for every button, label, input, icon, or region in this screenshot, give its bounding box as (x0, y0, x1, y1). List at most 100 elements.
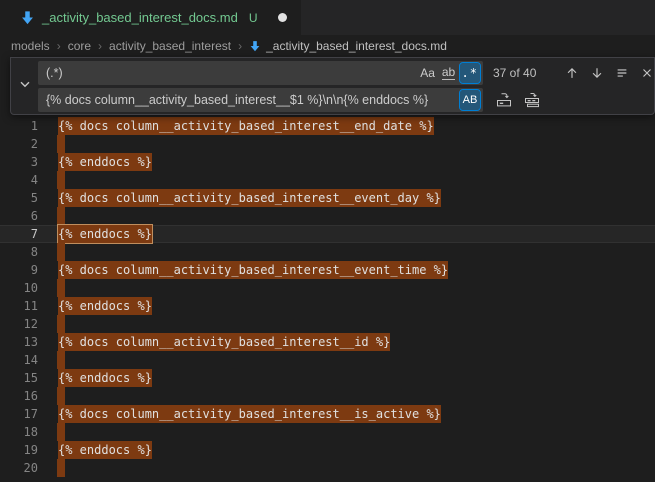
code-line[interactable] (58, 243, 65, 261)
modified-dot-indicator[interactable] (278, 13, 287, 22)
whole-word-icon: ab (442, 66, 455, 80)
editor-line: 3 {% enddocs %} (0, 153, 655, 171)
close-icon (640, 66, 654, 80)
code-line[interactable]: {% docs column__activity_based_interest_… (58, 261, 448, 279)
match-case-button[interactable]: Aa (418, 63, 438, 83)
line-number: 9 (0, 261, 38, 279)
selection-lines-icon (615, 66, 629, 80)
find-in-selection-button[interactable] (611, 63, 632, 84)
code-line[interactable] (58, 459, 65, 477)
code-line[interactable]: {% enddocs %} (58, 225, 152, 243)
whole-word-button[interactable]: ab (439, 63, 459, 83)
empty-line-find-match (57, 315, 65, 333)
line-number: 3 (0, 153, 38, 171)
empty-line-find-match (57, 459, 65, 477)
find-match-highlight: {% docs column__activity_based_interest_… (58, 117, 434, 135)
editor-line: 8 (0, 243, 655, 261)
find-match-highlight: {% enddocs %} (58, 441, 152, 459)
editor-line: 17{% docs column__activity_based_interes… (0, 405, 655, 423)
line-number: 5 (0, 189, 38, 207)
line-number: 16 (0, 387, 38, 405)
code-line[interactable] (58, 279, 65, 297)
editor[interactable]: 1{% docs column__activity_based_interest… (0, 56, 655, 470)
replace-all-icon (524, 92, 540, 108)
regex-icon: .* (462, 66, 478, 80)
use-regex-button[interactable]: .* (460, 63, 480, 83)
editor-line: 15{% enddocs %} (0, 369, 655, 387)
editor-line: 12 (0, 315, 655, 333)
tab-active-file[interactable]: _activity_based_interest_docs.md U (0, 0, 301, 35)
chevron-down-icon (17, 76, 33, 97)
editor-line: 16 (0, 387, 655, 405)
next-match-button[interactable] (586, 63, 607, 84)
replace-all-button[interactable] (521, 90, 542, 111)
editor-line: 11{% enddocs %} (0, 297, 655, 315)
code-line[interactable] (58, 423, 65, 441)
toggle-replace-button[interactable] (11, 61, 38, 111)
current-find-match: {% enddocs %} (58, 225, 152, 243)
replace-icon (496, 92, 512, 108)
line-number: 7 (0, 225, 38, 243)
breadcrumb: models › core › activity_based_interest … (0, 35, 655, 56)
preserve-case-icon: AB (463, 94, 478, 106)
code-line[interactable]: {% enddocs %} (58, 369, 152, 387)
code-line[interactable] (58, 315, 65, 333)
find-match-highlight: {% enddocs %} (58, 369, 152, 387)
empty-line-find-match (57, 171, 65, 189)
breadcrumb-item-activity-based-interest[interactable]: activity_based_interest (109, 39, 231, 53)
editor-lines: 1{% docs column__activity_based_interest… (0, 117, 655, 477)
find-input[interactable] (38, 66, 417, 80)
line-number: 10 (0, 279, 38, 297)
find-replace-widget: Aa ab .* 37 of 40 (10, 57, 655, 115)
code-line[interactable]: {% enddocs %} (58, 153, 152, 171)
empty-line-find-match (57, 387, 65, 405)
line-number: 4 (0, 171, 38, 189)
empty-line-find-match (57, 279, 65, 297)
editor-line: 5 {% docs column__activity_based_interest… (0, 189, 655, 207)
editor-line: 10 (0, 279, 655, 297)
code-line[interactable] (58, 351, 65, 369)
preserve-case-button[interactable]: AB (460, 90, 480, 110)
markdown-file-icon (20, 10, 35, 25)
line-number: 13 (0, 333, 38, 351)
code-line[interactable] (58, 135, 65, 153)
editor-line: 13 {% docs column__activity_based_interes… (0, 333, 655, 351)
find-input-box: Aa ab .* (38, 61, 483, 85)
breadcrumb-item-file[interactable]: _activity_based_interest_docs.md (249, 39, 447, 53)
find-match-highlight: {% docs column__activity_based_interest_… (58, 189, 441, 207)
empty-line-find-match (57, 423, 65, 441)
code-line[interactable]: {% docs column__activity_based_interest_… (58, 405, 441, 423)
editor-line: 7 {% enddocs %} (0, 225, 655, 243)
code-line[interactable] (58, 171, 65, 189)
find-match-highlight: {% docs column__activity_based_interest_… (58, 261, 448, 279)
code-line[interactable]: {% docs column__activity_based_interest_… (58, 333, 390, 351)
editor-line: 14 (0, 351, 655, 369)
empty-line-find-match (57, 135, 65, 153)
previous-match-button[interactable] (561, 63, 582, 84)
editor-line: 1{% docs column__activity_based_interest… (0, 117, 655, 135)
code-line[interactable]: {% enddocs %} (58, 441, 152, 459)
breadcrumb-filename: _activity_based_interest_docs.md (266, 39, 447, 53)
code-line[interactable]: {% enddocs %} (58, 297, 152, 315)
tab-filename: _activity_based_interest_docs.md (42, 10, 238, 25)
editor-line: 18 (0, 423, 655, 441)
editor-line: 9 {% docs column__activity_based_interest… (0, 261, 655, 279)
line-number: 18 (0, 423, 38, 441)
empty-line-find-match (57, 243, 65, 261)
breadcrumb-item-models[interactable]: models (11, 39, 50, 53)
breadcrumb-separator: › (98, 39, 102, 53)
code-line[interactable]: {% docs column__activity_based_interest_… (58, 117, 434, 135)
empty-line-find-match (57, 207, 65, 225)
find-match-highlight: {% enddocs %} (58, 297, 152, 315)
code-line[interactable] (58, 207, 65, 225)
breadcrumb-item-core[interactable]: core (68, 39, 91, 53)
replace-button[interactable] (493, 90, 514, 111)
empty-line-find-match (57, 351, 65, 369)
code-line[interactable]: {% docs column__activity_based_interest_… (58, 189, 441, 207)
close-find-widget-button[interactable] (636, 63, 655, 84)
breadcrumb-separator: › (238, 39, 242, 53)
code-line[interactable] (58, 387, 65, 405)
find-match-highlight: {% docs column__activity_based_interest_… (58, 405, 441, 423)
line-number: 8 (0, 243, 38, 261)
replace-input[interactable] (38, 93, 459, 107)
